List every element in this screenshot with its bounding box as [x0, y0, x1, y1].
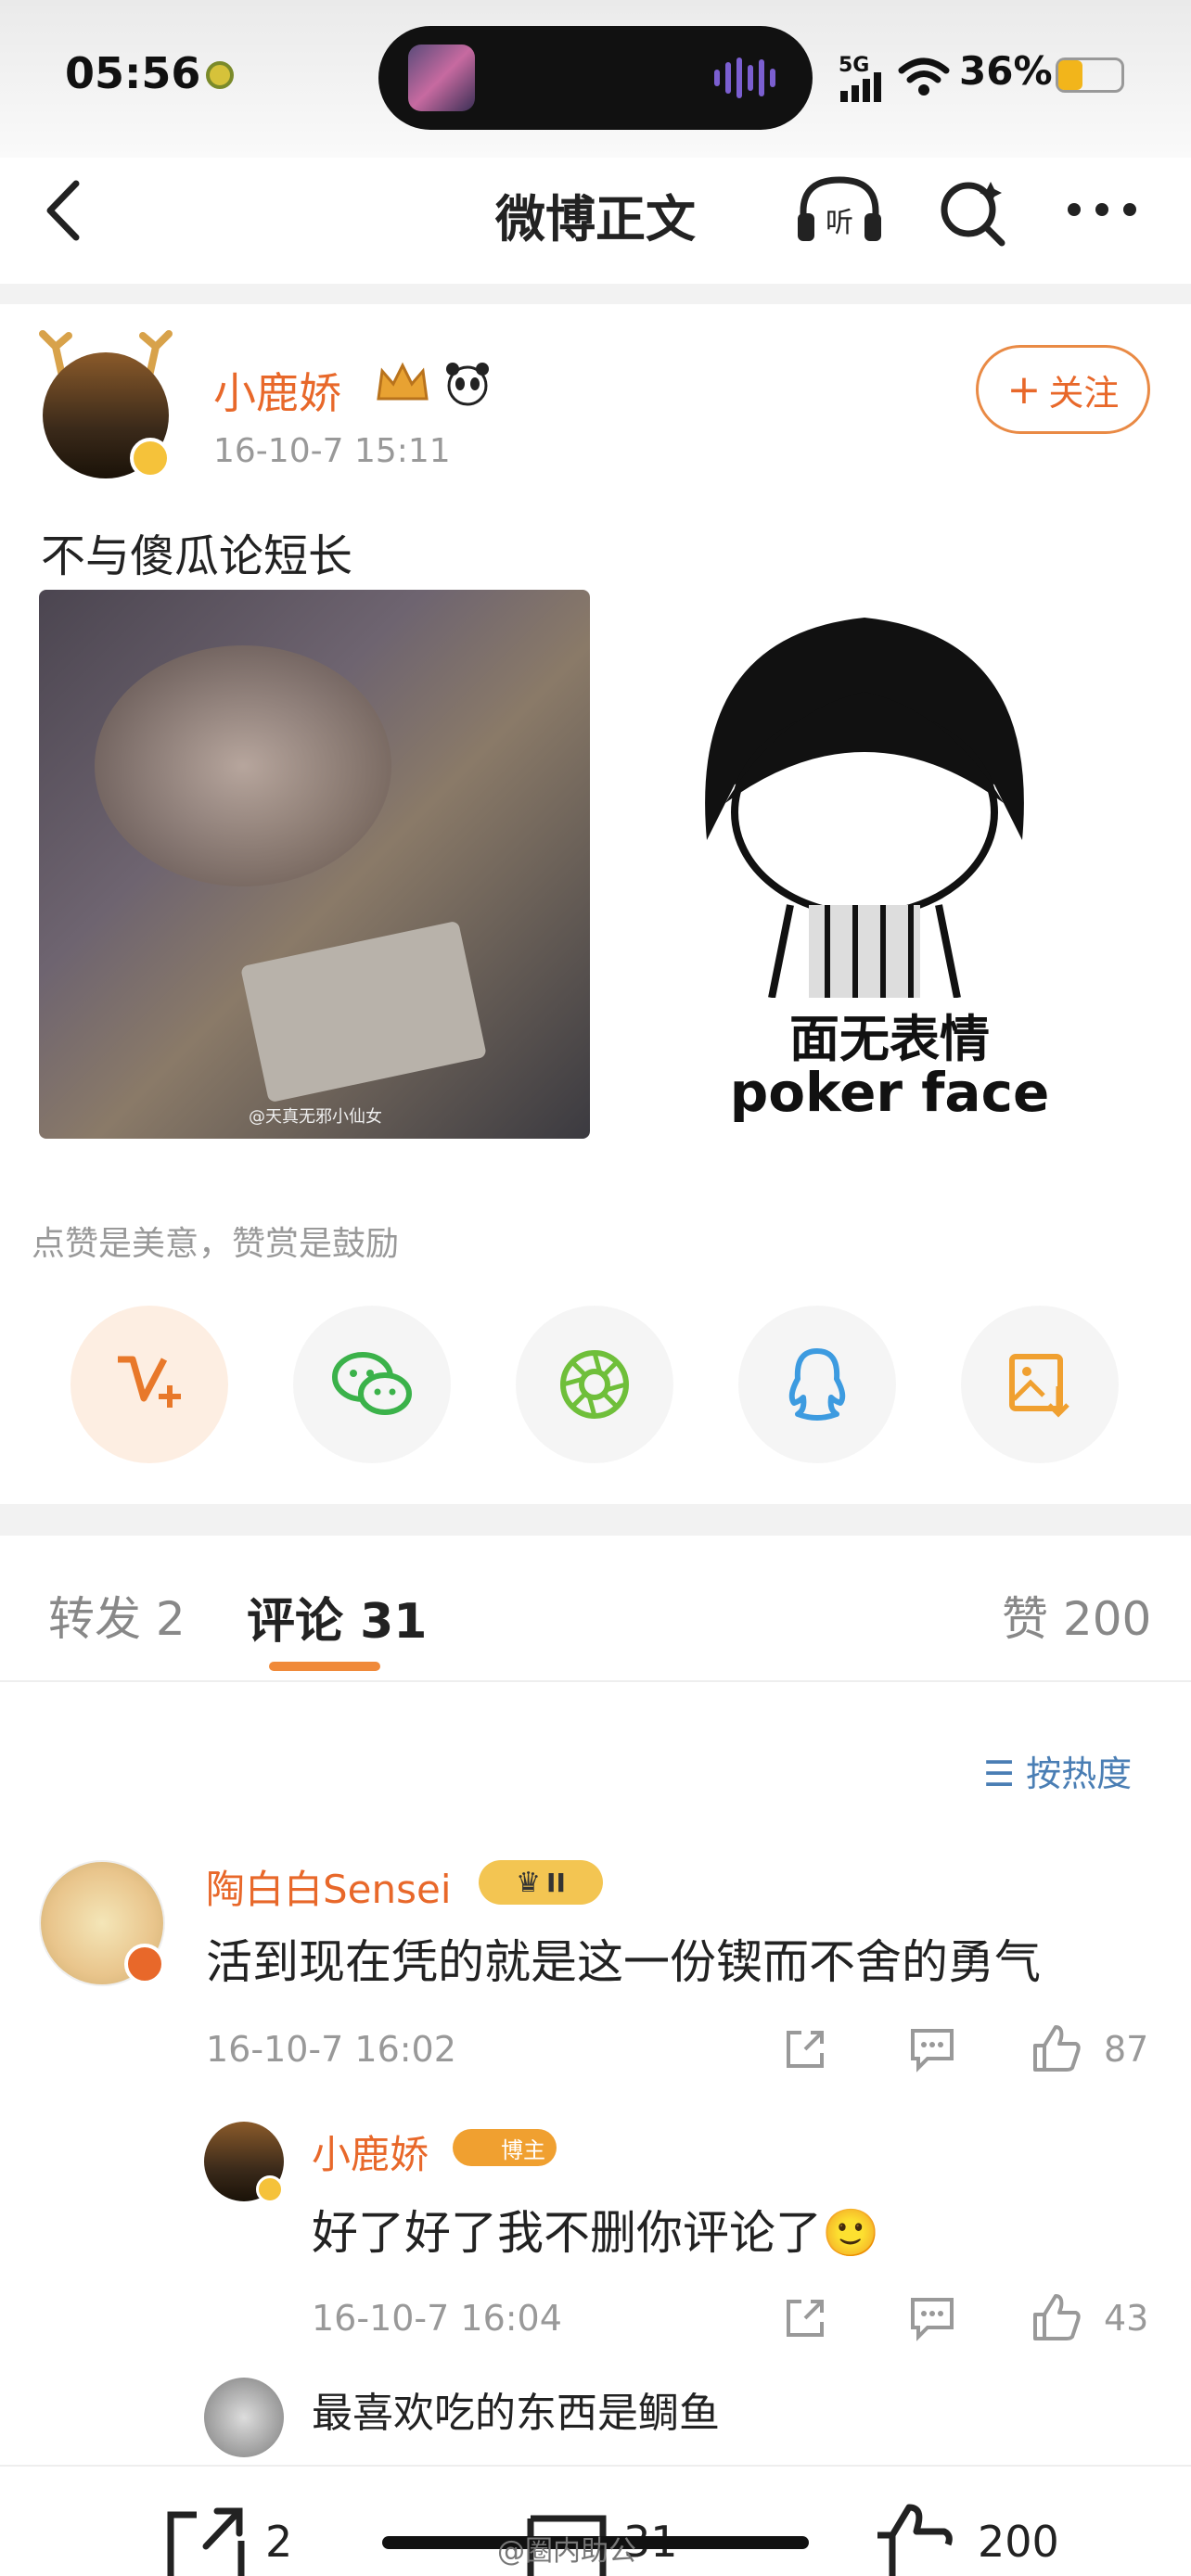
- like-icon[interactable]: [1030, 2290, 1083, 2344]
- reply-author[interactable]: 小鹿娇: [312, 2123, 429, 2180]
- save-image-icon: [1009, 1354, 1069, 1418]
- like-icon[interactable]: [870, 2502, 955, 2576]
- save-image-button[interactable]: [961, 1306, 1119, 1463]
- tab-reposts[interactable]: 转发 2: [48, 1582, 186, 1649]
- meme-face-drawing: [705, 618, 1024, 998]
- panda-icon: [446, 363, 489, 406]
- qq-icon: [788, 1348, 846, 1421]
- svg-text:听: 听: [826, 207, 853, 239]
- follow-button[interactable]: + 关注: [976, 345, 1150, 434]
- reward-tip: 点赞是美意，赞赏是鼓励: [32, 1225, 400, 1263]
- post-text: 不与傻瓜论短长: [41, 530, 353, 582]
- repost-count: 2: [265, 2517, 293, 2567]
- crown-icon: ♛: [516, 1866, 542, 1899]
- reply-time: 16-10-7 16:04: [312, 2298, 562, 2339]
- wechat-icon: [332, 1352, 412, 1415]
- comment-time: 16-10-7 16:02: [206, 2029, 456, 2070]
- follow-label: 关注: [1048, 372, 1120, 414]
- reply-avatar[interactable]: [204, 2378, 284, 2457]
- active-tab-indicator: [269, 1662, 380, 1671]
- photo-phone: [240, 920, 487, 1103]
- reply-text: 最喜欢吃的东西是鲷鱼: [312, 2390, 720, 2437]
- photo-figure: [95, 645, 391, 886]
- reply-icon[interactable]: [907, 2025, 957, 2073]
- divider: [0, 1504, 1191, 1536]
- reward-button[interactable]: [70, 1306, 228, 1463]
- page-title: 微博正文: [495, 190, 696, 249]
- comment-author[interactable]: 陶白白Sensei: [206, 1858, 452, 1915]
- op-badge-label: 博主: [501, 2136, 545, 2163]
- member-level-badge: ♛ II: [479, 1860, 603, 1905]
- status-time: 05:56: [65, 48, 201, 98]
- share-wechat-button[interactable]: [293, 1306, 451, 1463]
- share-icon[interactable]: [781, 2025, 829, 2073]
- battery-percent: 36%: [959, 48, 1053, 94]
- tab-comments[interactable]: 评论 31: [247, 1582, 427, 1651]
- like-count: 87: [1104, 2029, 1149, 2070]
- sort-icon: ☰: [983, 1753, 1016, 1794]
- moments-icon: [560, 1350, 629, 1419]
- meme-caption-line2: poker face: [729, 1061, 1050, 1124]
- app-indicator-icon: [206, 61, 234, 89]
- search-icon[interactable]: [935, 174, 1009, 249]
- battery-level: [1058, 60, 1082, 90]
- signal-icon: [840, 72, 881, 102]
- post-image-2[interactable]: 面无表情 poker face: [614, 590, 1165, 1139]
- post-timestamp: 16-10-7 15:11: [213, 432, 451, 470]
- sort-label: 按热度: [1026, 1753, 1133, 1794]
- image-watermark: @天真无邪小仙女: [249, 1107, 382, 1127]
- share-moments-button[interactable]: [516, 1306, 673, 1463]
- reply-text: 好了好了我不删你评论了🙂: [312, 2206, 880, 2260]
- like-count: 43: [1104, 2298, 1149, 2339]
- verified-badge-icon: [130, 438, 171, 478]
- tab-likes[interactable]: 赞 200: [1002, 1582, 1151, 1649]
- plus-icon: +: [1006, 365, 1042, 414]
- audio-wave-icon: [714, 56, 779, 100]
- comment-text: 活到现在凭的就是这一份锲而不舍的勇气: [206, 1935, 1041, 1989]
- share-icon[interactable]: [781, 2294, 829, 2342]
- wifi-icon: [898, 57, 950, 96]
- divider: [0, 1680, 1191, 1682]
- post-author-name[interactable]: 小鹿娇: [213, 360, 341, 421]
- sort-button[interactable]: ☰ 按热度: [983, 1745, 1132, 1796]
- more-icon[interactable]: [1065, 198, 1139, 221]
- like-count: 200: [978, 2517, 1059, 2567]
- like-icon[interactable]: [1030, 2021, 1083, 2075]
- verified-badge-icon: [256, 2175, 284, 2203]
- op-badge: 博主: [453, 2129, 557, 2166]
- share-qq-button[interactable]: [738, 1306, 896, 1463]
- v-plus-icon: [118, 1356, 181, 1408]
- listen-headphones-icon[interactable]: 听: [794, 172, 885, 247]
- now-playing-artwork: [408, 45, 475, 111]
- repost-icon[interactable]: [163, 2504, 249, 2576]
- reply-icon[interactable]: [907, 2294, 957, 2342]
- watermark: @圈内助公: [497, 2535, 636, 2568]
- crown-badge-icon: [377, 362, 429, 401]
- verified-badge-icon: [124, 1944, 165, 1984]
- member-level: II: [546, 1867, 566, 1898]
- divider: [0, 284, 1191, 304]
- post-image-1[interactable]: @天真无邪小仙女: [39, 590, 590, 1139]
